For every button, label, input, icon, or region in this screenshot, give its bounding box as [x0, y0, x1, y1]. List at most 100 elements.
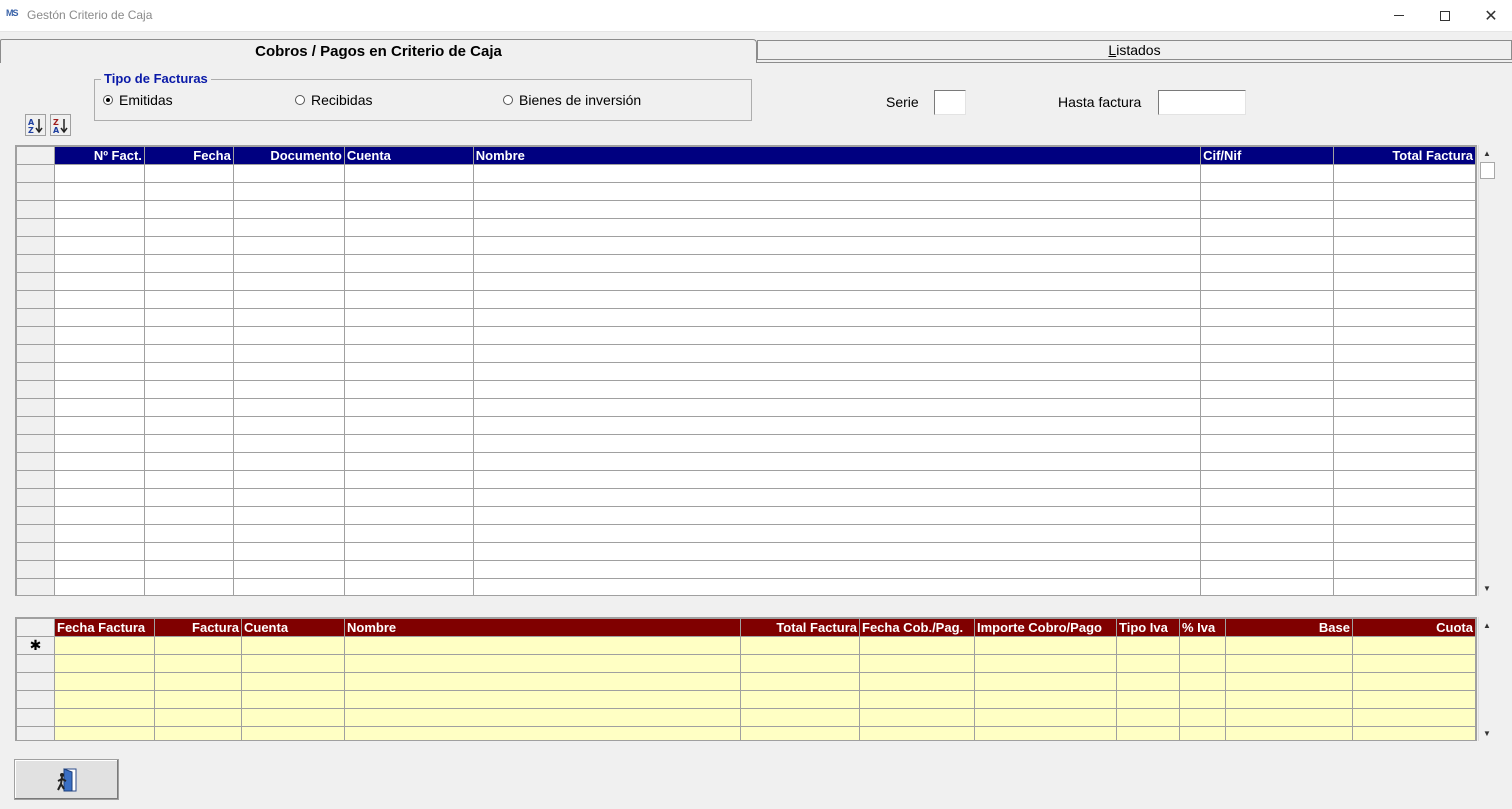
- table-cell[interactable]: [1179, 708, 1226, 727]
- table-cell[interactable]: [143, 398, 234, 417]
- scroll-thumb[interactable]: [1480, 162, 1495, 179]
- table-cell[interactable]: [1332, 542, 1476, 561]
- table-cell[interactable]: [472, 380, 1202, 399]
- table-cell[interactable]: [472, 326, 1202, 345]
- table-cell[interactable]: [343, 488, 474, 507]
- table-cell[interactable]: [1179, 690, 1226, 709]
- table-cell[interactable]: [1116, 690, 1180, 709]
- table-cell[interactable]: [54, 672, 155, 691]
- table-cell[interactable]: [1332, 488, 1476, 507]
- table-row[interactable]: [16, 236, 1476, 255]
- col-base[interactable]: Base: [1225, 618, 1353, 637]
- table-cell[interactable]: [1116, 726, 1180, 740]
- table-cell[interactable]: [472, 218, 1202, 237]
- table-cell[interactable]: [343, 290, 474, 309]
- col-cuota[interactable]: Cuota: [1352, 618, 1476, 637]
- table-cell[interactable]: [143, 290, 234, 309]
- col-porcentaje-iva[interactable]: % Iva: [1179, 618, 1226, 637]
- table-cell[interactable]: [1225, 690, 1353, 709]
- table-cell[interactable]: [54, 654, 155, 673]
- detalle-vertical-scrollbar[interactable]: ▲ ▼: [1478, 617, 1495, 741]
- table-cell[interactable]: [53, 524, 145, 543]
- table-cell[interactable]: [1352, 708, 1476, 727]
- col-importe-cobro-pago[interactable]: Importe Cobro/Pago: [974, 618, 1117, 637]
- table-cell[interactable]: [1332, 254, 1476, 273]
- table-cell[interactable]: [143, 578, 234, 595]
- table-cell[interactable]: [1352, 726, 1476, 740]
- table-cell[interactable]: [472, 578, 1202, 595]
- table-cell[interactable]: [344, 726, 741, 740]
- col-fecha[interactable]: Fecha: [143, 146, 234, 165]
- table-cell[interactable]: [1200, 452, 1334, 471]
- table-cell[interactable]: [154, 726, 242, 740]
- scroll-up-arrow-icon[interactable]: ▲: [1479, 145, 1495, 161]
- table-cell[interactable]: [859, 636, 975, 655]
- table-cell[interactable]: [143, 272, 234, 291]
- table-cell[interactable]: [740, 672, 860, 691]
- table-row[interactable]: [16, 182, 1476, 201]
- col-factura[interactable]: Factura: [154, 618, 242, 637]
- scroll-up-arrow-icon[interactable]: ▲: [1479, 617, 1495, 633]
- table-row[interactable]: [16, 470, 1476, 489]
- table-row[interactable]: [16, 416, 1476, 435]
- table-cell[interactable]: [343, 236, 474, 255]
- table-cell[interactable]: [472, 416, 1202, 435]
- row-selector[interactable]: [16, 726, 55, 740]
- table-cell[interactable]: [472, 434, 1202, 453]
- table-cell[interactable]: [1332, 506, 1476, 525]
- table-cell[interactable]: [859, 690, 975, 709]
- table-cell[interactable]: [472, 236, 1202, 255]
- table-cell[interactable]: [1332, 272, 1476, 291]
- table-cell[interactable]: [143, 164, 234, 183]
- table-cell[interactable]: [472, 254, 1202, 273]
- table-cell[interactable]: [343, 398, 474, 417]
- row-selector[interactable]: [16, 506, 55, 525]
- table-cell[interactable]: [472, 308, 1202, 327]
- table-cell[interactable]: [154, 672, 242, 691]
- table-cell[interactable]: [1332, 578, 1476, 595]
- table-cell[interactable]: [472, 452, 1202, 471]
- table-cell[interactable]: [53, 308, 145, 327]
- table-cell[interactable]: [143, 470, 234, 489]
- table-cell[interactable]: [472, 524, 1202, 543]
- table-row[interactable]: [16, 690, 1476, 709]
- table-cell[interactable]: [143, 308, 234, 327]
- table-cell[interactable]: [1200, 524, 1334, 543]
- serie-input[interactable]: [934, 90, 966, 115]
- table-cell[interactable]: [344, 708, 741, 727]
- table-cell[interactable]: [1200, 290, 1334, 309]
- row-selector[interactable]: [16, 182, 55, 201]
- table-cell[interactable]: [143, 236, 234, 255]
- row-selector[interactable]: [16, 434, 55, 453]
- row-selector[interactable]: [16, 470, 55, 489]
- table-row[interactable]: [16, 362, 1476, 381]
- table-cell[interactable]: [232, 182, 345, 201]
- table-cell[interactable]: [1200, 560, 1334, 579]
- table-row[interactable]: ✱: [16, 636, 1476, 655]
- table-cell[interactable]: [232, 326, 345, 345]
- table-cell[interactable]: [1200, 362, 1334, 381]
- table-cell[interactable]: [859, 672, 975, 691]
- table-row[interactable]: [16, 308, 1476, 327]
- table-cell[interactable]: [1332, 560, 1476, 579]
- table-cell[interactable]: [472, 542, 1202, 561]
- table-cell[interactable]: [232, 524, 345, 543]
- tab-listados[interactable]: Listados: [757, 40, 1512, 60]
- table-cell[interactable]: [343, 452, 474, 471]
- table-cell[interactable]: [343, 344, 474, 363]
- table-cell[interactable]: [53, 560, 145, 579]
- sort-ascending-button[interactable]: A Z: [25, 114, 46, 136]
- table-row[interactable]: [16, 218, 1476, 237]
- table-cell[interactable]: [1200, 578, 1334, 595]
- table-row[interactable]: [16, 578, 1476, 595]
- row-selector[interactable]: [16, 218, 55, 237]
- table-cell[interactable]: [143, 344, 234, 363]
- table-cell[interactable]: [1116, 672, 1180, 691]
- table-cell[interactable]: [232, 434, 345, 453]
- table-row[interactable]: [16, 164, 1476, 183]
- row-selector[interactable]: [16, 542, 55, 561]
- table-cell[interactable]: [53, 164, 145, 183]
- table-row[interactable]: [16, 452, 1476, 471]
- table-cell[interactable]: [472, 560, 1202, 579]
- row-selector[interactable]: [16, 708, 55, 727]
